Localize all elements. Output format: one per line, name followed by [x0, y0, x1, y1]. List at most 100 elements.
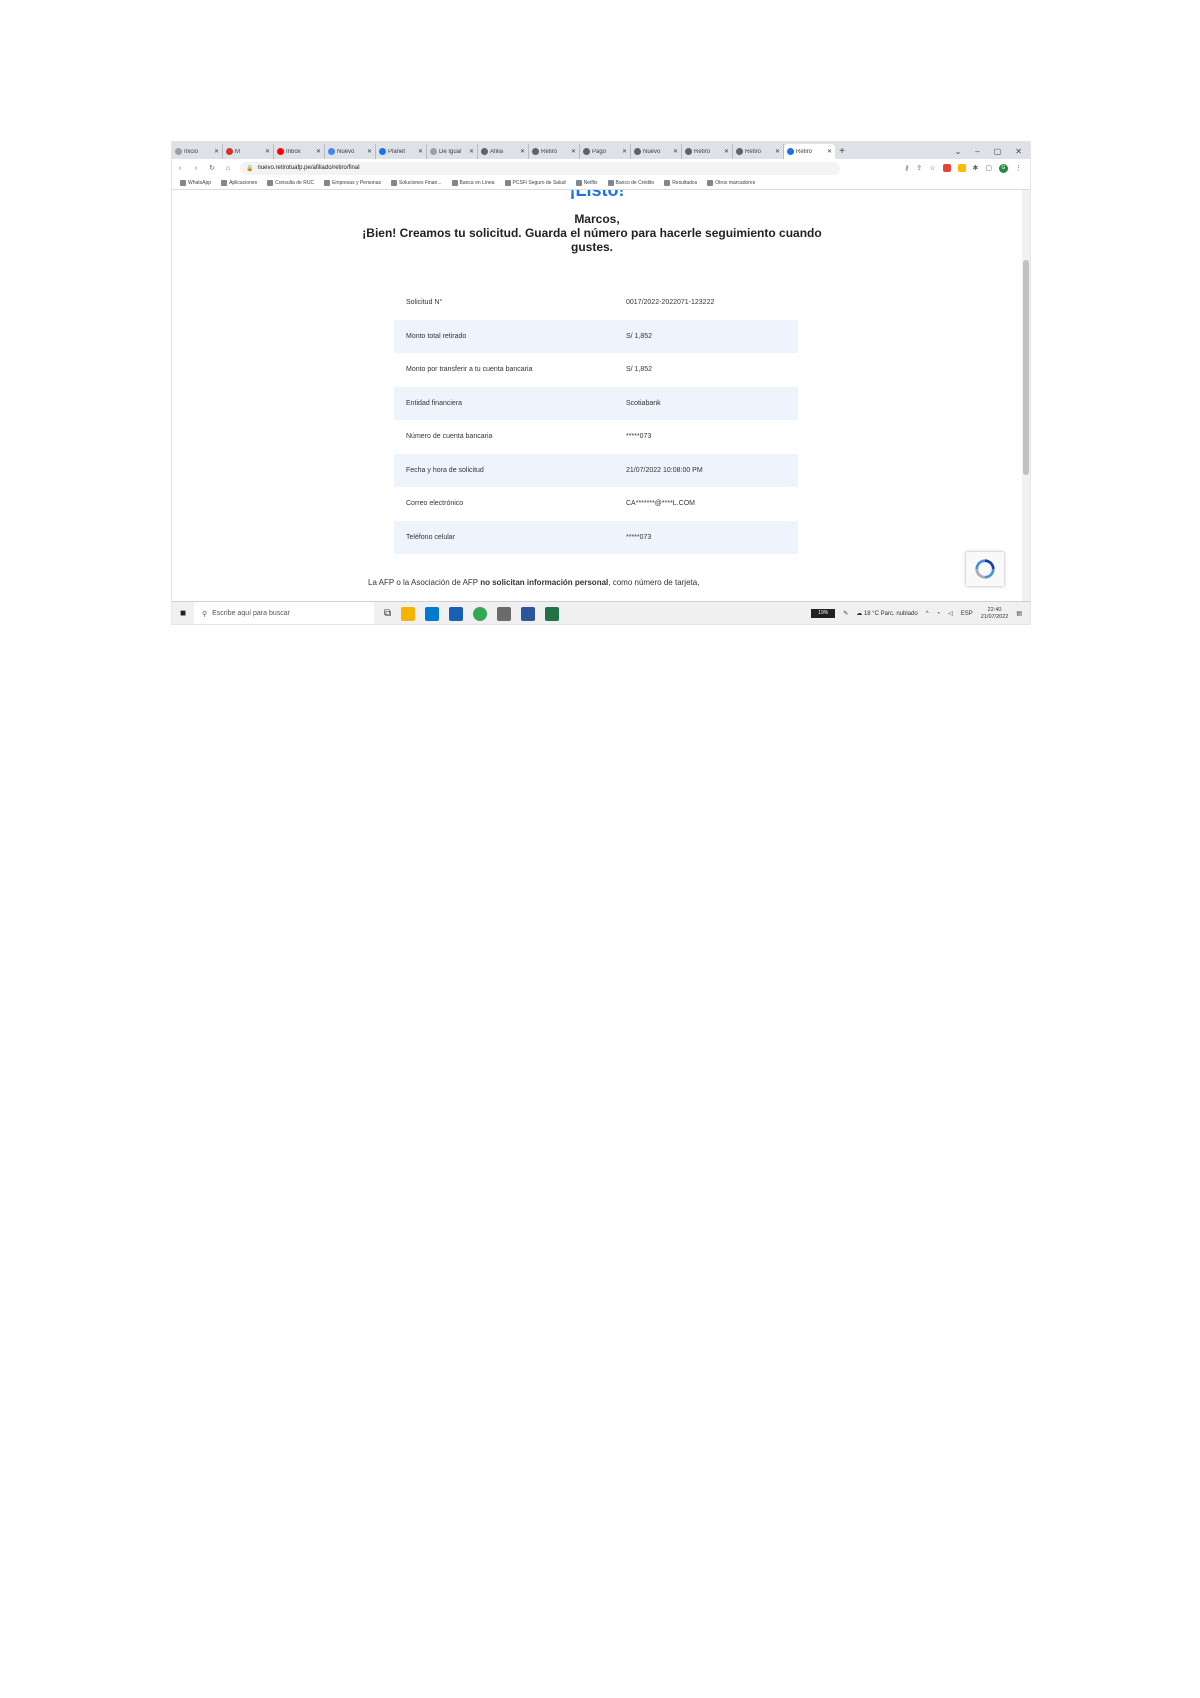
forward-icon[interactable]: ›	[188, 165, 204, 172]
bookmark-item[interactable]: PCSFi Seguro de Salud	[504, 180, 566, 186]
close-icon[interactable]: ✕	[1015, 144, 1022, 159]
browser-tab[interactable]: Inbox ✕	[274, 144, 325, 159]
task-view-icon[interactable]: ⧉	[384, 608, 391, 619]
page-scrollbar[interactable]	[1022, 190, 1030, 601]
detail-value: *****073	[626, 533, 652, 541]
bookmark-item[interactable]: Soluciones Finan...	[390, 180, 442, 186]
address-bar[interactable]: 🔒 nuevo.retirotuafp.pe/afiliado/retiro/f…	[240, 161, 840, 175]
tab-close-icon[interactable]: ✕	[316, 148, 321, 155]
tab-close-icon[interactable]: ✕	[724, 148, 729, 155]
browser-tab[interactable]: Nuevo ✕	[631, 144, 682, 159]
browser-tab[interactable]: Pago ✕	[580, 144, 631, 159]
tab-close-icon[interactable]: ✕	[469, 148, 474, 155]
url-text: nuevo.retirotuafp.pe/afiliado/retiro/fin…	[257, 165, 360, 171]
tab-title: De Igual	[439, 148, 462, 155]
tab-close-icon[interactable]: ✕	[622, 148, 627, 155]
taskbar-search[interactable]: ⚲ Escribe aquí para buscar	[194, 602, 374, 624]
share-icon[interactable]: ⇪	[916, 164, 922, 172]
browser-tab[interactable]: Planet ✕	[376, 144, 427, 159]
browser-tab[interactable]: Retiro ✕	[682, 144, 733, 159]
bookmark-favicon-icon	[575, 180, 582, 186]
home-icon[interactable]: ⌂	[220, 165, 236, 172]
excel-icon[interactable]	[545, 606, 560, 621]
chevron-down-icon[interactable]: ⌄	[955, 144, 962, 159]
reload-icon[interactable]: ↻	[204, 164, 220, 172]
security-notice: La AFP o la Asociación de AFP no solicit…	[368, 578, 700, 587]
browser-tab[interactable]: Retiro ✕	[733, 144, 784, 159]
tab-close-icon[interactable]: ✕	[827, 148, 832, 155]
greeting: Marcos,	[574, 212, 620, 226]
bookmark-label: Netflix	[583, 180, 598, 186]
tab-close-icon[interactable]: ✕	[418, 148, 423, 155]
bookmark-item[interactable]: Banca en Línea	[451, 180, 495, 186]
browser-tab[interactable]: Retiro ✕	[529, 144, 580, 159]
sidebar-icon[interactable]: ▢	[985, 164, 992, 172]
browser-tab[interactable]: Nuevo ✕	[325, 144, 376, 159]
tab-title: Nuevo	[643, 148, 661, 155]
windows-start-icon[interactable]: ■	[172, 608, 194, 619]
language-indicator[interactable]: ESP	[961, 611, 973, 617]
mail-icon[interactable]	[449, 606, 464, 621]
bookmark-star-icon[interactable]: ☆	[929, 164, 935, 172]
network-icon[interactable]: ◔	[937, 611, 941, 617]
bookmark-item[interactable]: Resultados	[664, 180, 697, 186]
detail-label: Entidad financiera	[406, 399, 463, 407]
menu-kebab-icon[interactable]: ⋮	[1015, 164, 1022, 172]
tab-close-icon[interactable]: ✕	[520, 148, 525, 155]
bookmark-item[interactable]: Banco de Crédito	[607, 180, 654, 186]
bookmark-label: Otros marcadores	[715, 180, 756, 186]
profile-avatar[interactable]: G	[999, 163, 1008, 173]
tab-favicon-icon	[175, 148, 182, 155]
bookmark-label: Soluciones Finan...	[398, 180, 442, 186]
extension-icon[interactable]	[957, 164, 966, 172]
key-icon[interactable]: ⚷	[904, 164, 909, 172]
tab-favicon-icon	[226, 148, 233, 155]
maximize-icon[interactable]: ▢	[994, 144, 1002, 159]
bookmark-item[interactable]: Empresas y Personas	[324, 180, 381, 186]
back-icon[interactable]: ‹	[172, 165, 188, 172]
browser-tab[interactable]: Retiro ✕	[784, 144, 835, 159]
tab-close-icon[interactable]: ✕	[571, 148, 576, 155]
tray-chevron-icon[interactable]: ^	[926, 611, 929, 617]
extension-icon[interactable]	[942, 164, 951, 172]
tab-close-icon[interactable]: ✕	[214, 148, 219, 155]
bookmark-label: PCSFi Seguro de Salud	[512, 180, 566, 186]
battery-indicator[interactable]: 19%	[811, 609, 836, 618]
recaptcha-badge[interactable]	[966, 552, 1004, 586]
bookmark-item[interactable]: Netflix	[575, 180, 598, 186]
browser-tab[interactable]: Afilia ✕	[478, 144, 529, 159]
chrome-icon[interactable]	[473, 606, 488, 621]
tab-close-icon[interactable]: ✕	[775, 148, 780, 155]
word-icon[interactable]	[521, 606, 536, 621]
store-icon[interactable]	[425, 606, 440, 621]
calculator-icon[interactable]	[497, 606, 512, 621]
detail-label: Fecha y hora de solicitud	[406, 466, 484, 474]
browser-tab[interactable]: M ✕	[223, 144, 274, 159]
tab-favicon-icon	[787, 148, 794, 155]
clock[interactable]: 22:40 21/07/2022	[981, 607, 1009, 621]
weather-widget[interactable]: ☁ 18 °C Parc. nublado	[856, 610, 917, 617]
window-controls: ⌄ – ▢ ✕	[955, 144, 1030, 159]
browser-tab[interactable]: Inicio ✕	[172, 144, 223, 159]
bookmark-item[interactable]: Otros marcadores	[707, 180, 755, 186]
tab-title: Pago	[592, 148, 607, 155]
detail-label: Número de cuenta bancaria	[406, 433, 493, 441]
tab-strip: Inicio ✕ M ✕ Inbox ✕ Nuevo ✕ Planet ✕ De Igual ✕ Afi…	[172, 142, 1030, 159]
bookmark-item[interactable]: WhatsApp	[180, 180, 211, 186]
tab-close-icon[interactable]: ✕	[265, 148, 270, 155]
volume-icon[interactable]: ◁	[948, 610, 953, 617]
table-row: Correo electrónico CA*******@****L.COM	[394, 487, 798, 521]
pen-icon[interactable]: ✎	[843, 610, 848, 617]
tab-favicon-icon	[430, 148, 437, 155]
minimize-icon[interactable]: –	[975, 144, 979, 159]
scrollbar-thumb[interactable]	[1023, 260, 1029, 475]
extensions-puzzle-icon[interactable]: ✱	[973, 164, 979, 172]
tab-close-icon[interactable]: ✕	[673, 148, 678, 155]
notifications-icon[interactable]: ▤	[1016, 610, 1022, 617]
bookmark-item[interactable]: Consulta de RUC	[267, 180, 314, 186]
bookmark-item[interactable]: Aplicaciones	[221, 180, 257, 186]
file-explorer-icon[interactable]	[401, 606, 416, 621]
browser-tab[interactable]: De Igual ✕	[427, 144, 478, 159]
new-tab-icon[interactable]: +	[835, 144, 849, 159]
tab-close-icon[interactable]: ✕	[367, 148, 372, 155]
